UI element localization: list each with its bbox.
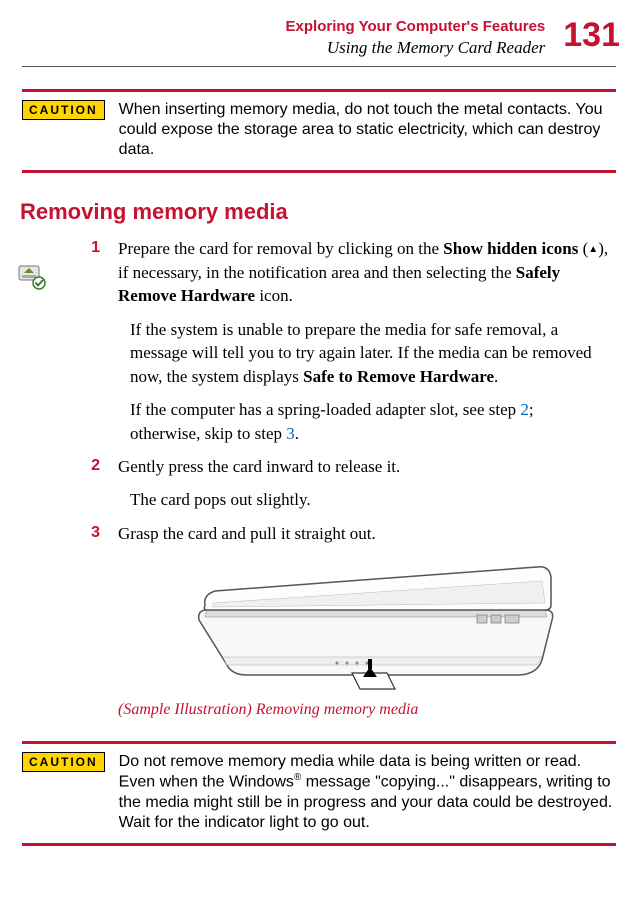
caution-label: CAUTION [22,752,105,772]
step-1: 1 Prepare the card for removal by clicki… [22,237,616,307]
step-gutter: 1 [22,237,118,259]
step-gutter: 2 [22,455,118,477]
bold-text: Show hidden icons [443,239,578,258]
chapter-title: Exploring Your Computer's Features [286,18,546,36]
caution-rule-bottom [22,843,616,846]
text-part: If the computer has a spring-loaded adap… [130,400,520,419]
step-number: 1 [91,237,100,259]
step-3: 3 Grasp the card and pull it straight ou… [22,522,616,545]
caution-label: CAUTION [22,100,105,120]
caution-text: Do not remove memory media while data is… [119,752,616,832]
illustration: (Sample Illustration) Removing memory me… [118,555,616,719]
step-1-continuation-a: If the system is unable to prepare the m… [130,318,604,388]
step-link-2[interactable]: 2 [520,400,529,419]
header-titles: Exploring Your Computer's Features Using… [286,18,546,58]
bold-text: Safe to Remove Hardware [303,367,494,386]
text-part: . [295,424,299,443]
step-number: 2 [91,455,100,477]
step-text: Prepare the card for removal by clicking… [118,237,616,307]
step-text: Grasp the card and pull it straight out. [118,522,616,545]
page-header: Exploring Your Computer's Features Using… [10,18,628,58]
step-gutter: 3 [22,522,118,544]
caution-rule-bottom [22,170,616,173]
caution-block-2: CAUTION Do not remove memory media while… [22,741,616,845]
step-2-continuation: The card pops out slightly. [130,488,604,511]
section-heading: Removing memory media [20,199,628,225]
safely-remove-hardware-icon [18,265,48,296]
laptop-memory-card-illustration [177,555,557,695]
step-2: 2 Gently press the card inward to releas… [22,455,616,478]
text-part: ( [578,239,588,258]
illustration-caption: (Sample Illustration) Removing memory me… [118,701,616,719]
up-arrow-icon: ▲ [588,244,598,255]
caution-text: When inserting memory media, do not touc… [119,100,616,160]
caution-block-1: CAUTION When inserting memory media, do … [22,89,616,173]
step-text: Gently press the card inward to release … [118,455,616,478]
section-title: Using the Memory Card Reader [286,38,546,58]
text-part: icon. [255,286,293,305]
steps-list: 1 Prepare the card for removal by clicki… [22,237,616,545]
text-part: Prepare the card for removal by clicking… [118,239,443,258]
step-link-3[interactable]: 3 [286,424,295,443]
page-number: 131 [563,18,620,52]
text-part: . [494,367,498,386]
header-rule [22,66,616,67]
step-1-continuation-b: If the computer has a spring-loaded adap… [130,398,604,445]
step-number: 3 [91,522,100,544]
